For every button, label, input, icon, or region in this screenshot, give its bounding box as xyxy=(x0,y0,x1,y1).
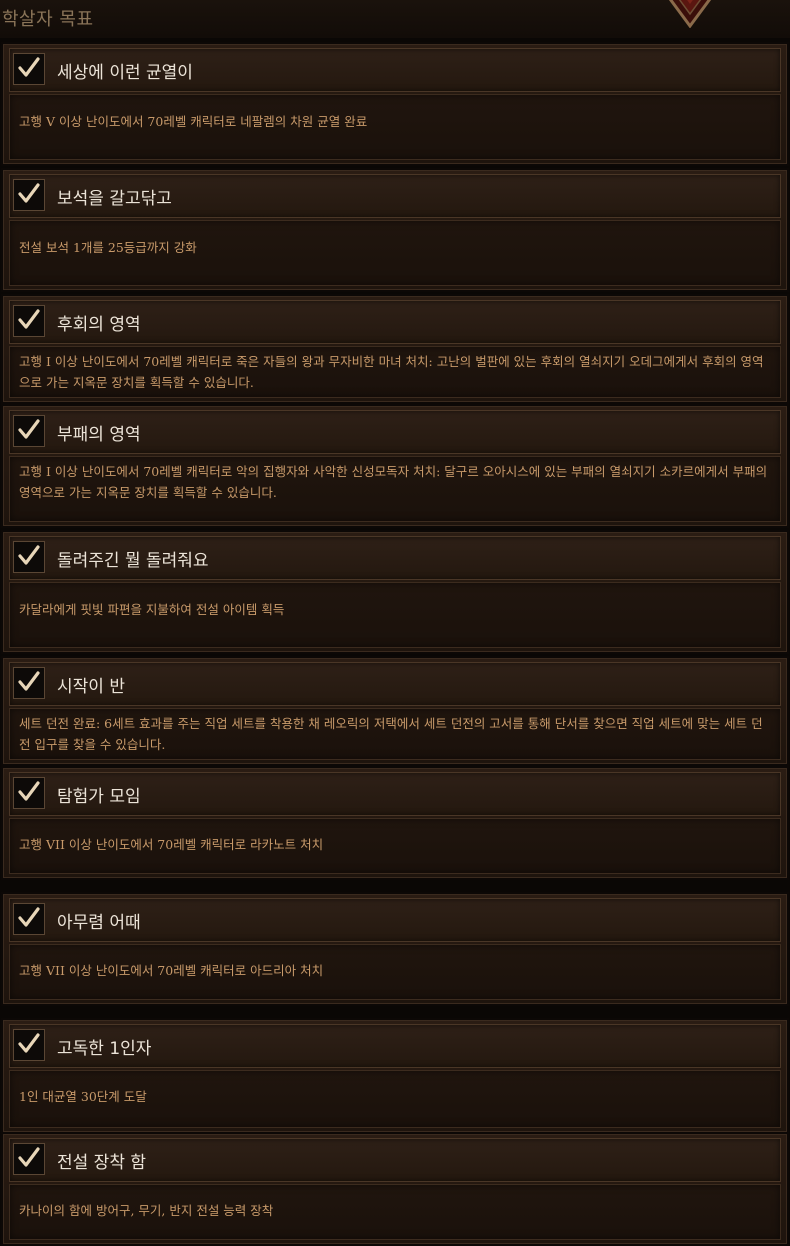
achievement-description: 고행 I 이상 난이도에서 70레벨 캐릭터로 악의 집행자와 사악한 신성모독… xyxy=(19,464,768,500)
achievement-description-box: 고행 VII 이상 난이도에서 70레벨 캐릭터로 아드리아 처치 xyxy=(9,944,781,1000)
page-header: 학살자 목표 xyxy=(0,0,790,38)
achievement-title: 돌려주긴 뭘 돌려줘요 xyxy=(57,551,209,571)
achievement-title-bar: 탐험가 모임 xyxy=(9,772,781,816)
checkmark-icon xyxy=(13,305,45,337)
checkmark-icon xyxy=(13,777,45,809)
achievement-entry: 돌려주긴 뭘 돌려줘요 카달라에게 핏빛 파편을 지불하여 전설 아이템 획득 xyxy=(1,530,789,654)
achievement-description: 카나이의 함에 방어구, 무기, 반지 전설 능력 장착 xyxy=(19,1203,274,1218)
achievement-entry: 고독한 1인자 1인 대균열 30단계 도달 xyxy=(1,1018,789,1134)
achievement-entry: 시작이 반 세트 던전 완료: 6세트 효과를 주는 직업 세트를 착용한 채 … xyxy=(1,656,789,766)
checkmark-icon xyxy=(13,179,45,211)
achievement-description-box: 고행 VII 이상 난이도에서 70레벨 캐릭터로 라카노트 처치 xyxy=(9,818,781,874)
achievement-description: 1인 대균열 30단계 도달 xyxy=(19,1089,147,1104)
achievement-title-bar: 전설 장착 함 xyxy=(9,1138,781,1182)
achievement-description: 고행 VII 이상 난이도에서 70레벨 캐릭터로 아드리아 처치 xyxy=(19,963,324,978)
achievement-description-box: 전설 보석 1개를 25등급까지 강화 xyxy=(9,220,781,286)
achievement-description-box: 카달라에게 핏빛 파편을 지불하여 전설 아이템 획득 xyxy=(9,582,781,648)
achievement-title-bar: 부패의 영역 xyxy=(9,410,781,454)
achievement-entry: 부패의 영역 고행 I 이상 난이도에서 70레벨 캐릭터로 악의 집행자와 사… xyxy=(1,404,789,528)
achievement-entry: 후회의 영역 고행 I 이상 난이도에서 70레벨 캐릭터로 죽은 자들의 왕과… xyxy=(1,294,789,404)
checkmark-icon xyxy=(13,541,45,573)
checkmark-icon xyxy=(13,53,45,85)
checkmark-icon xyxy=(13,1029,45,1061)
achievement-entry: 세상에 이런 균열이 고행 V 이상 난이도에서 70레벨 캐릭터로 네팔렘의 … xyxy=(1,42,789,166)
achievement-title: 탐험가 모임 xyxy=(57,787,141,807)
achievement-title: 보석을 갈고닦고 xyxy=(57,189,172,209)
achievement-title: 세상에 이런 균열이 xyxy=(57,63,193,83)
page-title: 학살자 목표 xyxy=(2,9,94,30)
checkmark-icon xyxy=(13,1143,45,1175)
achievement-description: 전설 보석 1개를 25등급까지 강화 xyxy=(19,240,197,255)
achievement-description: 고행 I 이상 난이도에서 70레벨 캐릭터로 죽은 자들의 왕과 무자비한 마… xyxy=(19,354,764,390)
achievement-description-box: 카나이의 함에 방어구, 무기, 반지 전설 능력 장착 xyxy=(9,1184,781,1240)
achievement-title: 아무렴 어때 xyxy=(57,913,141,933)
achievement-description: 고행 VII 이상 난이도에서 70레벨 캐릭터로 라카노트 처치 xyxy=(19,837,324,852)
achievement-title-bar: 후회의 영역 xyxy=(9,300,781,344)
achievement-entry: 아무렴 어때 고행 VII 이상 난이도에서 70레벨 캐릭터로 아드리아 처치 xyxy=(1,892,789,1006)
achievement-description: 세트 던전 완료: 6세트 효과를 주는 직업 세트를 착용한 채 레오릭의 저… xyxy=(19,716,763,752)
achievement-description-box: 세트 던전 완료: 6세트 효과를 주는 직업 세트를 착용한 채 레오릭의 저… xyxy=(9,708,781,760)
achievement-title: 부패의 영역 xyxy=(57,425,141,445)
checkmark-icon xyxy=(13,667,45,699)
achievement-title-bar: 돌려주긴 뭘 돌려줘요 xyxy=(9,536,781,580)
achievement-title-bar: 세상에 이런 균열이 xyxy=(9,48,781,92)
achievement-title: 후회의 영역 xyxy=(57,315,141,335)
achievement-description-box: 고행 I 이상 난이도에서 70레벨 캐릭터로 악의 집행자와 사악한 신성모독… xyxy=(9,456,781,522)
checkmark-icon xyxy=(13,903,45,935)
achievement-description-box: 고행 V 이상 난이도에서 70레벨 캐릭터로 네팔렘의 차원 균열 완료 xyxy=(9,94,781,160)
achievement-title: 시작이 반 xyxy=(57,677,125,697)
achievement-description: 카달라에게 핏빛 파편을 지불하여 전설 아이템 획득 xyxy=(19,602,285,617)
achievement-title: 전설 장착 함 xyxy=(57,1153,147,1173)
emblem-icon xyxy=(668,0,712,28)
achievement-title: 고독한 1인자 xyxy=(57,1039,152,1059)
achievement-entry: 탐험가 모임 고행 VII 이상 난이도에서 70레벨 캐릭터로 라카노트 처치 xyxy=(1,766,789,880)
achievement-entry: 전설 장착 함 카나이의 함에 방어구, 무기, 반지 전설 능력 장착 xyxy=(1,1132,789,1246)
achievement-entry: 보석을 갈고닦고 전설 보석 1개를 25등급까지 강화 xyxy=(1,168,789,292)
achievement-description-box: 1인 대균열 30단계 도달 xyxy=(9,1070,781,1128)
achievement-title-bar: 보석을 갈고닦고 xyxy=(9,174,781,218)
checkmark-icon xyxy=(13,415,45,447)
achievement-title-bar: 아무렴 어때 xyxy=(9,898,781,942)
achievement-title-bar: 고독한 1인자 xyxy=(9,1024,781,1068)
achievement-description-box: 고행 I 이상 난이도에서 70레벨 캐릭터로 죽은 자들의 왕과 무자비한 마… xyxy=(9,346,781,398)
achievement-description: 고행 V 이상 난이도에서 70레벨 캐릭터로 네팔렘의 차원 균열 완료 xyxy=(19,114,368,129)
achievement-title-bar: 시작이 반 xyxy=(9,662,781,706)
